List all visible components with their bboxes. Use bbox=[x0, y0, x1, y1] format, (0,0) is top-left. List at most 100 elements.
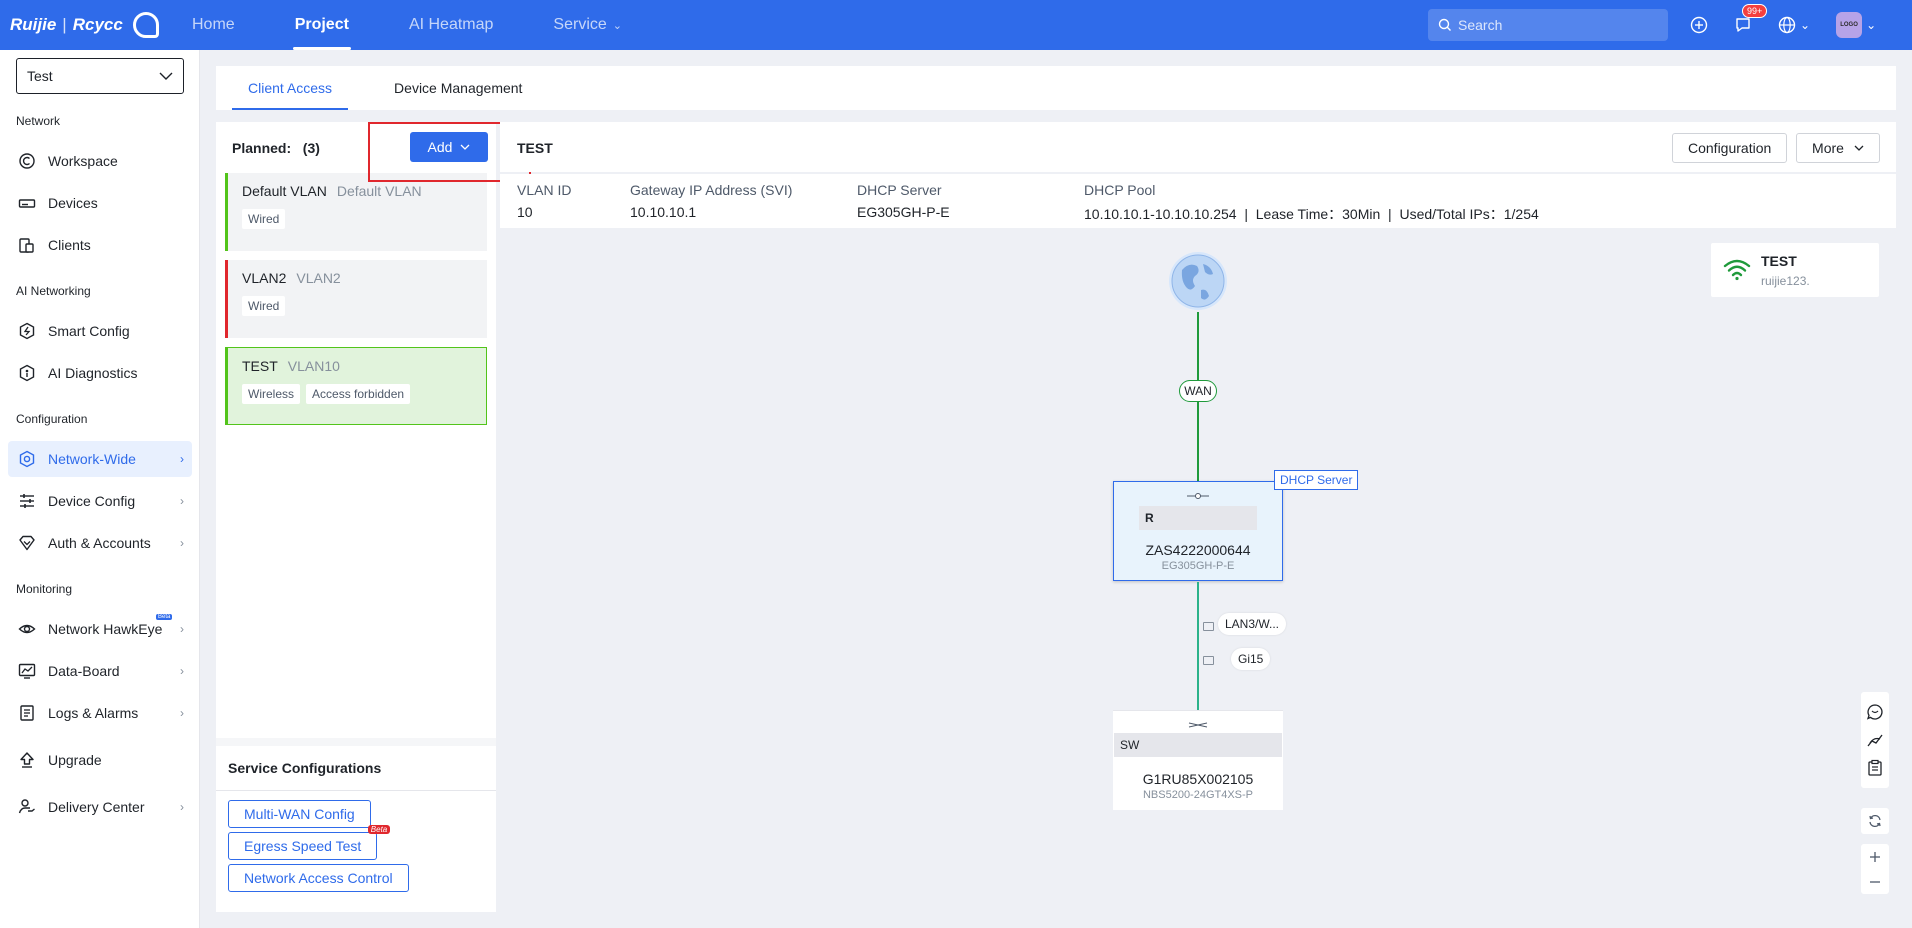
devices-icon bbox=[18, 199, 36, 208]
vlan-tag: Wired bbox=[242, 209, 286, 229]
tab-client-access[interactable]: Client Access bbox=[232, 66, 349, 110]
vlan-item-vlan2[interactable]: VLAN2 VLAN2 Wired bbox=[225, 260, 487, 338]
brand-mark-icon bbox=[132, 12, 159, 38]
chevron-down-icon: ⌄ bbox=[612, 19, 622, 32]
sidebar-item-workspace[interactable]: Workspace bbox=[8, 143, 192, 179]
sliders-icon bbox=[20, 494, 34, 508]
sidebar-item-smart-config[interactable]: Smart Config bbox=[8, 313, 192, 349]
sidebar-item-ai-diagnostics[interactable]: AI Diagnostics bbox=[8, 355, 192, 391]
group-configuration: Configuration bbox=[16, 412, 88, 426]
chevron-down-icon bbox=[1854, 145, 1864, 151]
chat-icon[interactable] bbox=[1866, 703, 1884, 721]
diamond-icon bbox=[19, 535, 35, 551]
global-search[interactable] bbox=[1428, 9, 1668, 41]
feedback-icon[interactable] bbox=[1866, 731, 1884, 749]
avatar: LOGO bbox=[1836, 12, 1863, 38]
zoom-in-icon[interactable] bbox=[1868, 850, 1882, 864]
zoom-controls bbox=[1861, 844, 1889, 894]
multi-wan-config-button[interactable]: Multi-WAN Config bbox=[228, 800, 371, 828]
beta-badge: Beta bbox=[156, 614, 173, 620]
vlan-item-default[interactable]: Default VLAN Default VLAN Wired bbox=[225, 173, 487, 251]
chevron-down-icon bbox=[460, 144, 470, 150]
switch-model: NBS5200-24GT4XS-P bbox=[1142, 789, 1254, 801]
brand-logo[interactable]: Ruijie | Rcycc bbox=[10, 0, 159, 50]
vlan-list-panel: Planned: (3) Add Default VLAN Default VLA… bbox=[216, 122, 496, 912]
delivery-icon bbox=[18, 799, 35, 814]
chevron-right-icon: › bbox=[180, 664, 184, 678]
ai-diagnostics-icon bbox=[19, 364, 35, 382]
topology-canvas[interactable]: WAN R ZAS4222000644 EG305GH-P-E DHCP Ser… bbox=[500, 230, 1896, 912]
main-nav: Home Project AI Heatmap Service ⌄ bbox=[190, 0, 680, 50]
dhcp-server-tag: DHCP Server bbox=[1274, 470, 1359, 490]
router-device[interactable]: R ZAS4222000644 EG305GH-P-E bbox=[1113, 481, 1283, 581]
clipboard-icon[interactable] bbox=[1866, 759, 1884, 777]
message-icon[interactable]: 99+ bbox=[1734, 4, 1768, 34]
sidebar-item-upgrade[interactable]: Upgrade bbox=[8, 742, 192, 778]
sidebar-item-clients[interactable]: Clients bbox=[8, 227, 192, 263]
port-icon bbox=[1203, 656, 1214, 665]
tab-device-management[interactable]: Device Management bbox=[378, 66, 538, 110]
brand-rcycc: Rcycc bbox=[72, 15, 123, 34]
planned-count: Planned: (3) bbox=[232, 140, 320, 156]
search-icon bbox=[1438, 18, 1451, 31]
vlan-item-test[interactable]: TEST VLAN10 Wireless Access forbidden bbox=[225, 347, 487, 425]
switch-port-label: Gi15 bbox=[1231, 648, 1271, 670]
wan-label: WAN bbox=[1179, 380, 1217, 402]
nav-home[interactable]: Home bbox=[190, 0, 237, 50]
gear-icon bbox=[19, 450, 35, 468]
gateway-field: Gateway IP Address (SVI) 10.10.10.1 bbox=[630, 182, 793, 220]
switch-image: SW bbox=[1114, 733, 1282, 757]
upgrade-icon bbox=[20, 752, 34, 768]
vlan-detail-header: TEST Configuration More bbox=[500, 122, 1896, 172]
sidebar-item-logs-alarms[interactable]: Logs & Alarms › bbox=[8, 695, 192, 731]
eye-icon bbox=[18, 624, 36, 634]
chevron-right-icon: › bbox=[180, 706, 184, 720]
ssid-card[interactable]: TEST ruijie123. bbox=[1711, 243, 1879, 297]
sidebar-item-network-hawkeye[interactable]: Network HawkEye Beta › bbox=[8, 611, 192, 647]
internet-globe-icon bbox=[1169, 252, 1227, 310]
router-image: R bbox=[1139, 506, 1257, 530]
sidebar-item-data-board[interactable]: Data-Board › bbox=[8, 653, 192, 689]
topbar-actions: 99+ ⌄ LOGO ⌄ bbox=[1690, 0, 1876, 50]
chevron-down-icon: ⌄ bbox=[1800, 18, 1811, 32]
lan-link bbox=[1197, 582, 1199, 710]
chevron-right-icon: › bbox=[180, 800, 184, 814]
sidebar-item-delivery-center[interactable]: Delivery Center › bbox=[8, 789, 192, 825]
egress-speed-test-button[interactable]: Egress Speed Test Beta bbox=[228, 825, 391, 860]
clients-icon bbox=[19, 238, 34, 253]
configuration-button[interactable]: Configuration bbox=[1672, 133, 1788, 163]
add-vlan-button[interactable]: Add bbox=[410, 132, 488, 162]
switch-serial: G1RU85X002105 bbox=[1142, 771, 1254, 787]
chevron-right-icon: › bbox=[180, 494, 184, 508]
language-selector[interactable]: ⌄ bbox=[1778, 16, 1810, 34]
vlan-tag: Access forbidden bbox=[306, 384, 411, 404]
nav-project[interactable]: Project bbox=[292, 0, 352, 50]
refresh-icon bbox=[1869, 814, 1881, 828]
ssid-password: ruijie123. bbox=[1761, 274, 1810, 288]
sidebar-item-devices[interactable]: Devices bbox=[8, 185, 192, 221]
switch-device[interactable]: SW G1RU85X002105 NBS5200-24GT4XS-P bbox=[1113, 710, 1283, 810]
sidebar-item-device-config[interactable]: Device Config › bbox=[8, 483, 192, 519]
sidebar: Test Network Workspace Devices Clients A… bbox=[0, 50, 200, 928]
sidebar-item-auth-accounts[interactable]: Auth & Accounts › bbox=[8, 525, 192, 561]
nav-ai-heatmap[interactable]: AI Heatmap bbox=[407, 0, 495, 50]
search-input[interactable] bbox=[1458, 17, 1648, 33]
network-access-control-button[interactable]: Network Access Control bbox=[228, 864, 409, 892]
refresh-button[interactable] bbox=[1861, 808, 1889, 834]
switch-ports-icon bbox=[1188, 722, 1208, 728]
globe-icon bbox=[1778, 16, 1796, 34]
vlan-detail-title: TEST bbox=[517, 140, 553, 156]
nav-service[interactable]: Service ⌄ bbox=[551, 0, 624, 50]
zoom-out-icon[interactable] bbox=[1868, 875, 1882, 889]
chevron-right-icon: › bbox=[180, 452, 184, 466]
service-config-title: Service Configurations bbox=[228, 760, 382, 776]
page-tabs: Client Access Device Management bbox=[216, 66, 1896, 110]
vlan-info-row: VLAN ID 10 Gateway IP Address (SVI) 10.1… bbox=[500, 174, 1896, 228]
more-button[interactable]: More bbox=[1796, 133, 1880, 163]
project-select[interactable]: Test bbox=[16, 58, 184, 94]
sidebar-item-network-wide[interactable]: Network-Wide › bbox=[8, 441, 192, 477]
add-icon[interactable] bbox=[1690, 16, 1708, 34]
user-menu[interactable]: LOGO ⌄ bbox=[1836, 12, 1876, 38]
group-network: Network bbox=[16, 114, 61, 128]
chevron-right-icon: › bbox=[180, 536, 184, 550]
